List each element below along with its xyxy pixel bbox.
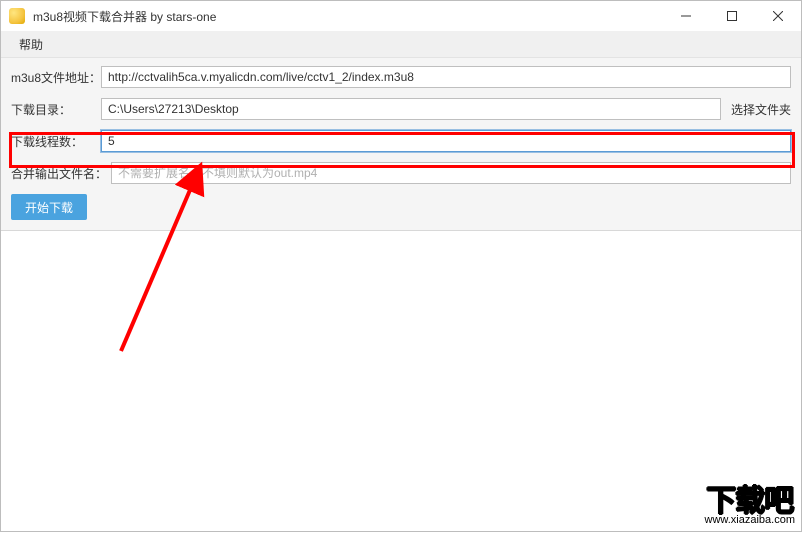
threads-label: 下载线程数： (11, 133, 101, 150)
dir-label: 下载目录： (11, 101, 101, 118)
minimize-button[interactable] (663, 1, 709, 31)
output-filename-input[interactable] (111, 162, 791, 184)
threads-input[interactable] (101, 130, 791, 152)
watermark-url: www.xiazaiba.com (705, 515, 795, 527)
close-button[interactable] (755, 1, 801, 31)
window-title: m3u8视频下载合并器 by stars-one (33, 8, 663, 25)
url-label: m3u8文件地址： (11, 69, 101, 86)
dir-input[interactable] (101, 98, 721, 120)
maximize-button[interactable] (709, 1, 755, 31)
watermark: 下载吧 www.xiazaiba.com (705, 486, 795, 527)
menu-help[interactable]: 帮助 (9, 32, 53, 57)
start-download-button[interactable]: 开始下载 (11, 194, 87, 220)
output-label: 合并输出文件名： (11, 165, 111, 182)
menu-bar: 帮助 (1, 31, 801, 58)
title-bar: m3u8视频下载合并器 by stars-one (1, 1, 801, 31)
watermark-text: 下载吧 (705, 486, 795, 518)
form-panel: m3u8文件地址： 下载目录： 选择文件夹 下载线程数： 合并输出文件名： 开始… (1, 58, 801, 231)
url-input[interactable] (101, 66, 791, 88)
browse-folder-link[interactable]: 选择文件夹 (731, 101, 791, 118)
app-icon (9, 8, 25, 24)
